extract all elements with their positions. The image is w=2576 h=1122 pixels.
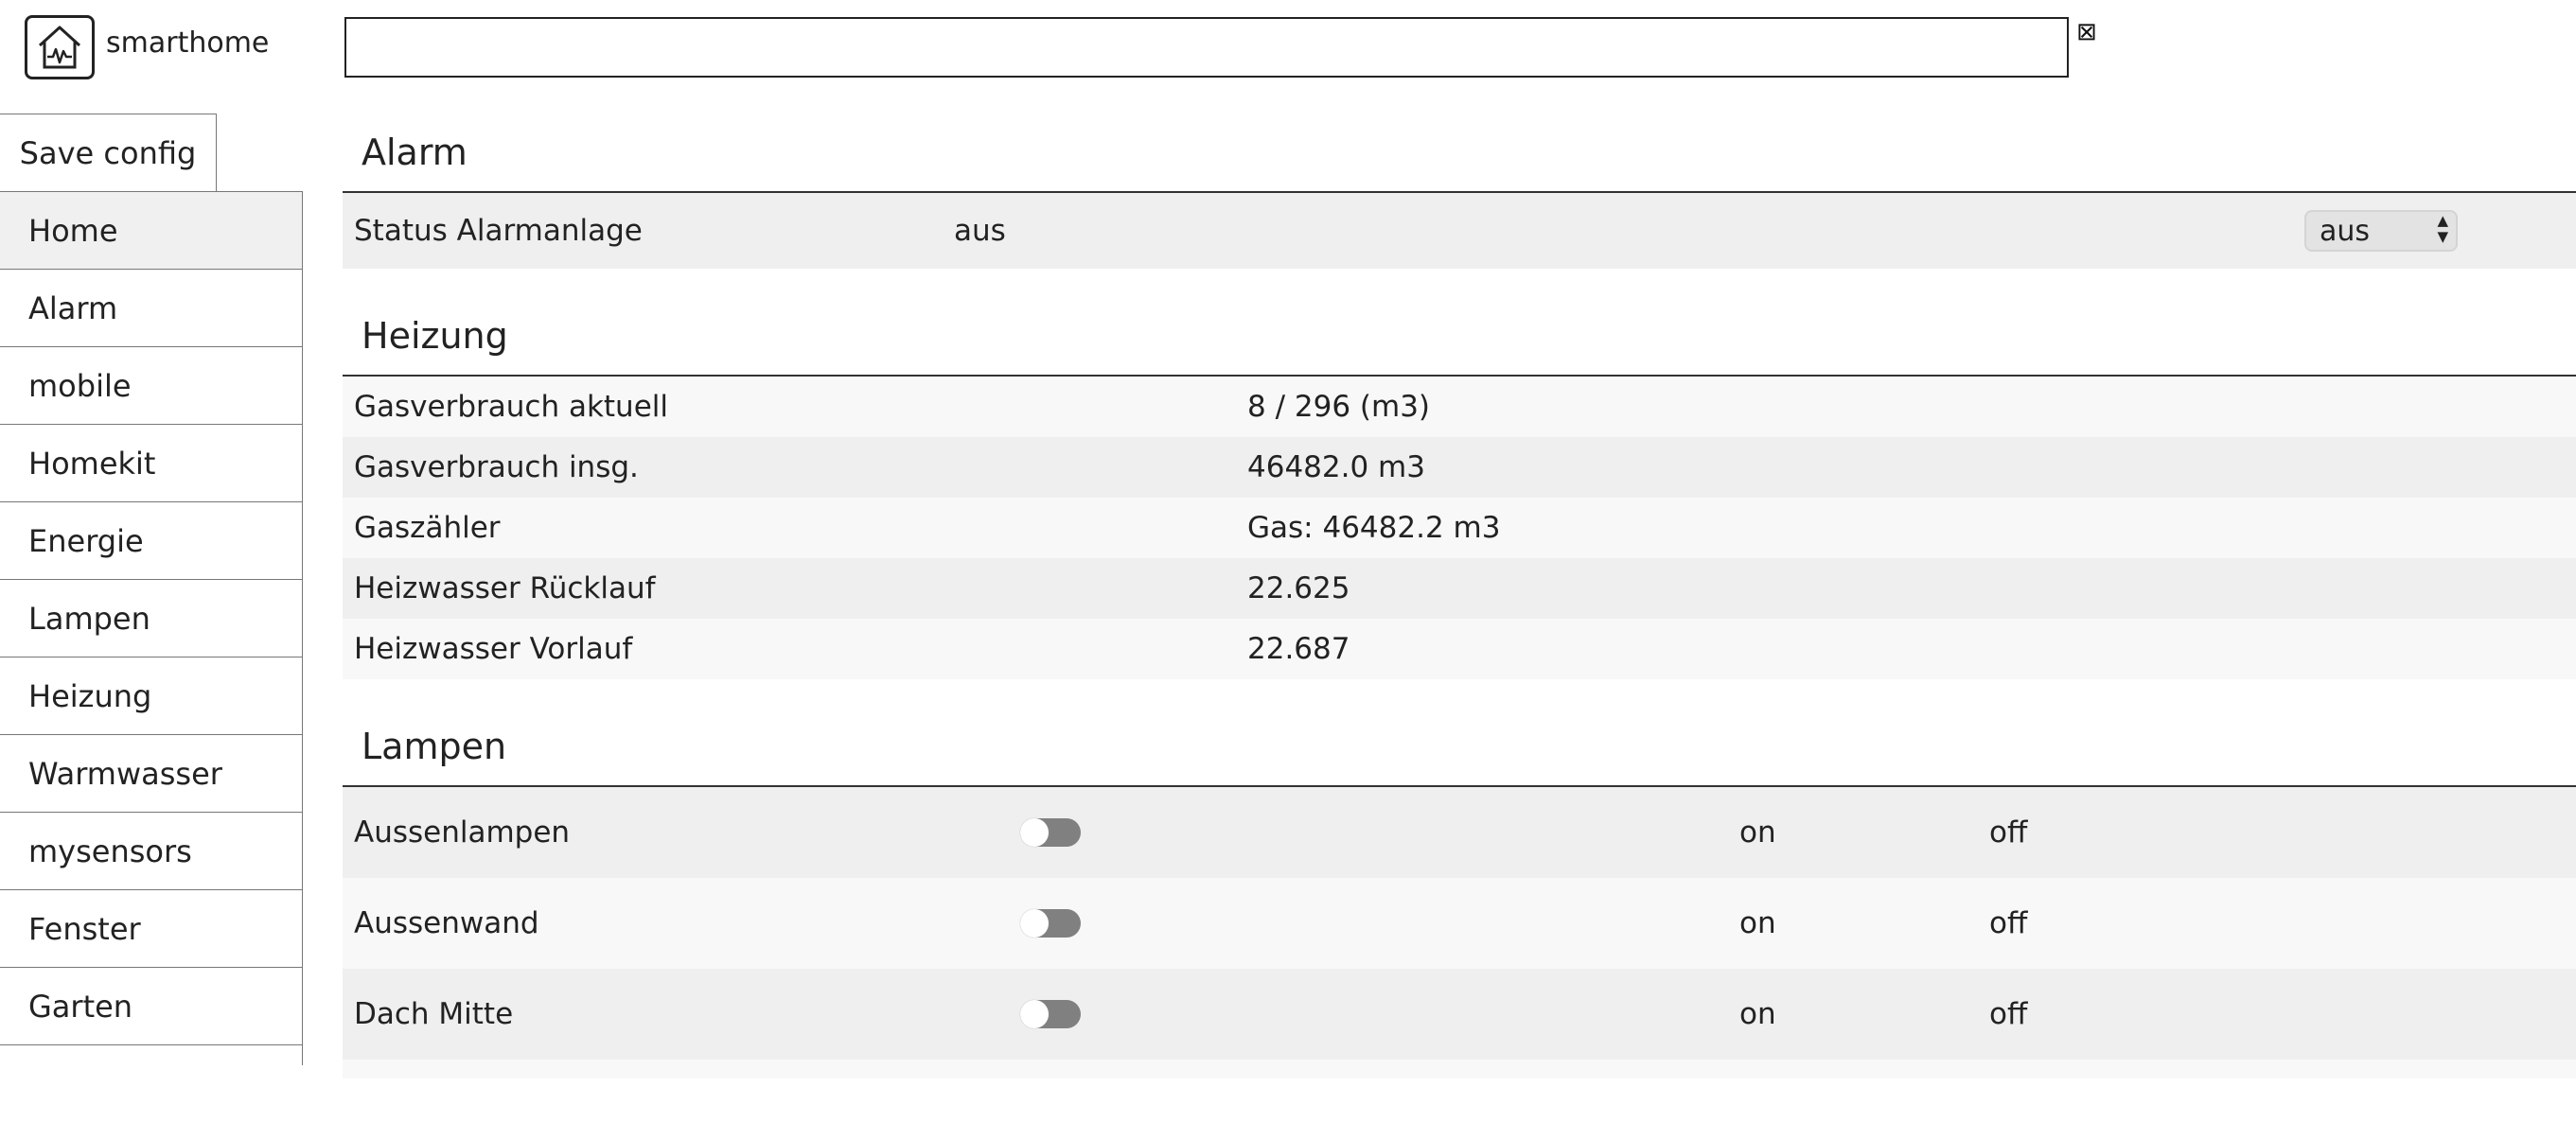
row-value: 22.625	[1247, 571, 1350, 605]
table-row: Gasverbrauch insg. 46482.0 m3	[343, 437, 2576, 498]
section-title-heizung: Heizung	[343, 297, 2576, 377]
sidebar-item-energie[interactable]: Energie	[0, 501, 302, 579]
alarm-status-label: Status Alarmanlage	[354, 214, 643, 248]
row-label: Gaszähler	[354, 511, 501, 545]
lamp-row: Aussenlampen on off	[343, 787, 2576, 878]
alarm-status-value: aus	[954, 214, 1006, 248]
sidebar-item-lampen[interactable]: Lampen	[0, 579, 302, 657]
lamp-on-button[interactable]: on	[1739, 815, 1776, 850]
sidebar-item-alarm[interactable]: Alarm	[0, 269, 302, 346]
lamp-toggle[interactable]	[1020, 1000, 1081, 1028]
sidebar-item-mysensors[interactable]: mysensors	[0, 812, 302, 889]
sidebar-item-homekit[interactable]: Homekit	[0, 424, 302, 501]
lamp-on-button[interactable]: on	[1739, 906, 1776, 940]
search-input[interactable]	[344, 17, 2069, 78]
toggle-knob	[1020, 909, 1049, 938]
lamp-on-button[interactable]: on	[1739, 997, 1776, 1031]
lamp-row	[343, 1060, 2576, 1078]
row-value: 22.687	[1247, 632, 1350, 666]
select-arrows-icon: ▲ ▼	[2437, 212, 2448, 245]
row-label: Heizwasser Vorlauf	[354, 632, 633, 666]
toggle-knob	[1020, 818, 1049, 847]
lamp-label: Aussenlampen	[354, 815, 571, 850]
row-label: Heizwasser Rücklauf	[354, 571, 656, 605]
section-title-alarm: Alarm	[343, 114, 2576, 193]
brand-name: smarthome	[106, 26, 270, 60]
row-value: 46482.0 m3	[1247, 450, 1425, 484]
sidebar-item-garten[interactable]: Garten	[0, 967, 302, 1044]
alarm-mode-select-value: aus	[2320, 214, 2371, 248]
lamp-off-button[interactable]: off	[1989, 815, 2027, 850]
table-row: Gasverbrauch aktuell 8 / 296 (m3)	[343, 377, 2576, 437]
lamp-label: Aussenwand	[354, 906, 539, 940]
toggle-knob	[1020, 1000, 1049, 1028]
sidebar-item-mobile[interactable]: mobile	[0, 346, 302, 424]
sidebar-item-more[interactable]	[0, 1044, 302, 1122]
alarm-status-row: Status Alarmanlage aus aus ▲ ▼	[343, 193, 2576, 269]
sidebar-nav: Home Alarm mobile Homekit Energie Lampen…	[0, 191, 303, 1122]
lamp-row: Aussenwand on off	[343, 878, 2576, 969]
alarm-mode-select[interactable]: aus ▲ ▼	[2304, 210, 2458, 252]
lamp-row: Dach Mitte on off	[343, 969, 2576, 1060]
lamp-label: Dach Mitte	[354, 997, 514, 1031]
save-config-button[interactable]: Save config	[0, 114, 217, 192]
row-value: 8 / 296 (m3)	[1247, 390, 1431, 424]
lamp-off-button[interactable]: off	[1989, 906, 2027, 940]
row-value: Gas: 46482.2 m3	[1247, 511, 1501, 545]
sidebar-item-warmwasser[interactable]: Warmwasser	[0, 734, 302, 812]
sidebar-item-fenster[interactable]: Fenster	[0, 889, 302, 967]
clear-search-icon[interactable]: ⊠	[2076, 19, 2097, 45]
main-content: Alarm Status Alarmanlage aus aus ▲ ▼ Heiz…	[343, 114, 2576, 1078]
sidebar-item-home[interactable]: Home	[0, 191, 302, 269]
section-title-lampen: Lampen	[343, 708, 2576, 787]
home-logo-icon[interactable]	[25, 15, 95, 79]
table-row: Heizwasser Vorlauf 22.687	[343, 619, 2576, 679]
lamp-toggle[interactable]	[1020, 909, 1081, 938]
lamp-off-button[interactable]: off	[1989, 997, 2027, 1031]
sidebar-item-heizung[interactable]: Heizung	[0, 657, 302, 734]
table-row: Gaszähler Gas: 46482.2 m3	[343, 498, 2576, 558]
table-row: Heizwasser Rücklauf 22.625	[343, 558, 2576, 619]
lamp-toggle[interactable]	[1020, 818, 1081, 847]
row-label: Gasverbrauch insg.	[354, 450, 639, 484]
row-label: Gasverbrauch aktuell	[354, 390, 668, 424]
